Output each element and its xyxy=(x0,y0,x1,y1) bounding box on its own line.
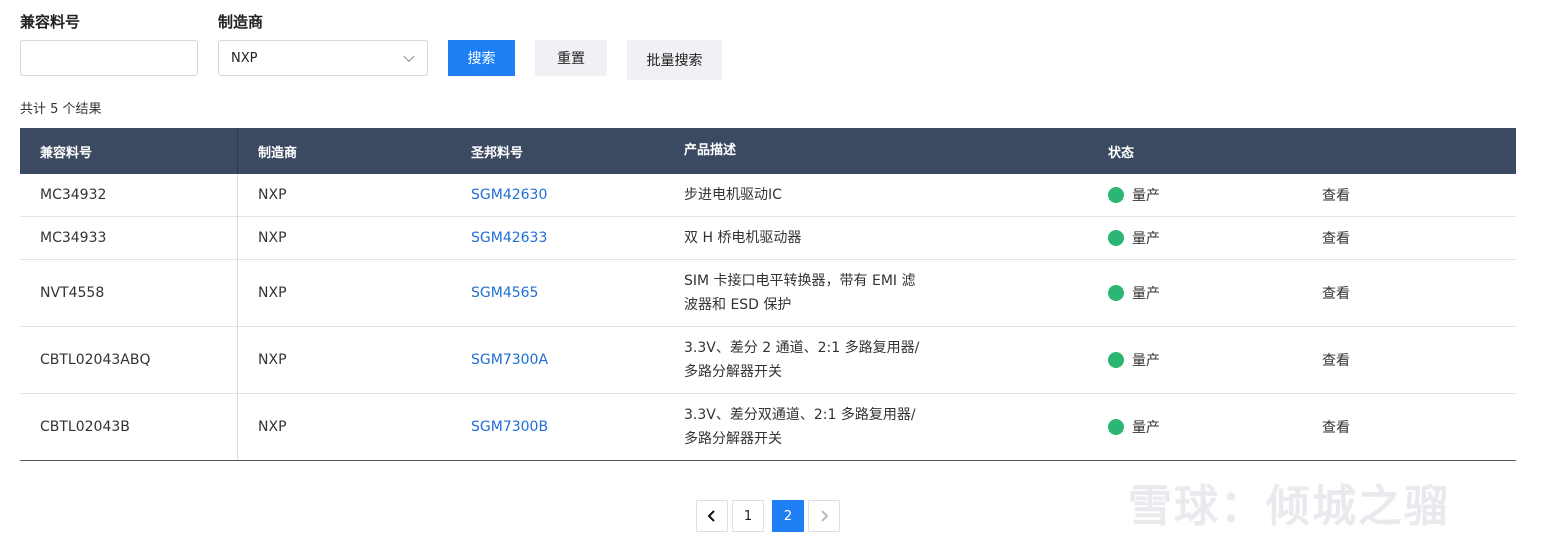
sgm-part-link[interactable]: SGM4565 xyxy=(471,285,538,301)
description-line: 多路分解器开关 xyxy=(684,364,782,380)
table-row: MC34932 NXP SGM42630 步进电机驱动IC 量产 查看 xyxy=(20,174,1516,217)
table-row: NVT4558 NXP SGM4565 SIM 卡接口电平转换器，带有 EMI … xyxy=(20,260,1516,327)
view-link[interactable]: 查看 xyxy=(1302,394,1516,460)
cell-description: 3.3V、差分双通道、2:1 多路复用器/ 多路分解器开关 xyxy=(664,394,1088,460)
sgm-part-link[interactable]: SGM42633 xyxy=(471,230,547,246)
cell-manufacturer: NXP xyxy=(258,352,287,368)
cell-description: SIM 卡接口电平转换器，带有 EMI 滤 波器和 ESD 保护 xyxy=(664,260,1088,326)
header-status: 状态 xyxy=(1108,145,1135,161)
sgm-part-link[interactable]: SGM7300A xyxy=(471,352,548,368)
chevron-right-icon xyxy=(821,510,829,522)
cell-part-number: CBTL02043ABQ xyxy=(20,327,238,393)
pagination-page-2[interactable]: 2 xyxy=(772,500,804,532)
description-line: 波器和 ESD 保护 xyxy=(684,297,792,313)
description-line: 多路分解器开关 xyxy=(684,431,782,447)
sgm-part-link[interactable]: SGM42630 xyxy=(471,187,547,203)
table-row: CBTL02043B NXP SGM7300B 3.3V、差分双通道、2:1 多… xyxy=(20,394,1516,461)
result-count: 共计 5 个结果 xyxy=(20,102,102,117)
cell-manufacturer: NXP xyxy=(258,285,287,301)
sgm-part-link[interactable]: SGM7300B xyxy=(471,419,548,435)
watermark: 雪球：倾城之骝 xyxy=(1128,470,1450,534)
pagination-next-button[interactable] xyxy=(808,500,840,532)
cell-description: 步进电机驱动IC xyxy=(684,187,782,203)
part-number-label: 兼容料号 xyxy=(20,13,81,31)
chevron-left-icon xyxy=(707,510,715,522)
pagination-page-1[interactable]: 1 xyxy=(732,500,764,532)
header-sgm-part: 圣邦料号 xyxy=(471,145,524,161)
view-link[interactable]: 查看 xyxy=(1302,260,1516,326)
status-dot-icon xyxy=(1108,352,1124,368)
status-badge: 量产 xyxy=(1132,188,1160,204)
manufacturer-select[interactable]: NXP xyxy=(218,40,428,76)
batch-search-button[interactable]: 批量搜索 xyxy=(627,40,722,80)
cell-description: 双 H 桥电机驱动器 xyxy=(684,230,802,246)
cell-manufacturer: NXP xyxy=(258,230,287,246)
cell-description: 3.3V、差分 2 通道、2:1 多路复用器/ 多路分解器开关 xyxy=(664,327,1088,393)
status-dot-icon xyxy=(1108,230,1124,246)
status-badge: 量产 xyxy=(1132,286,1160,302)
cell-manufacturer: NXP xyxy=(258,187,287,203)
reset-button[interactable]: 重置 xyxy=(535,40,607,76)
header-manufacturer: 制造商 xyxy=(258,145,298,161)
cell-part-number: MC34933 xyxy=(20,217,238,259)
status-badge: 量产 xyxy=(1132,231,1160,247)
description-line: SIM 卡接口电平转换器，带有 EMI 滤 xyxy=(684,273,916,289)
cell-part-number: CBTL02043B xyxy=(20,394,238,460)
status-badge: 量产 xyxy=(1132,420,1160,436)
status-badge: 量产 xyxy=(1132,353,1160,369)
cell-part-number: MC34932 xyxy=(20,174,238,216)
table-header: 兼容料号 制造商 圣邦料号 产品描述 状态 xyxy=(20,128,1516,174)
chevron-down-icon xyxy=(403,50,415,63)
cell-part-number: NVT4558 xyxy=(20,260,238,326)
view-link[interactable]: 查看 xyxy=(1302,174,1516,216)
manufacturer-select-value: NXP xyxy=(231,50,258,66)
table-row: CBTL02043ABQ NXP SGM7300A 3.3V、差分 2 通道、2… xyxy=(20,327,1516,394)
header-description: 产品描述 xyxy=(684,143,737,158)
status-dot-icon xyxy=(1108,419,1124,435)
table-row: MC34933 NXP SGM42633 双 H 桥电机驱动器 量产 查看 xyxy=(20,217,1516,260)
status-dot-icon xyxy=(1108,285,1124,301)
view-link[interactable]: 查看 xyxy=(1302,217,1516,259)
header-part-number: 兼容料号 xyxy=(20,128,238,174)
search-button[interactable]: 搜索 xyxy=(448,40,515,76)
header-action xyxy=(1302,128,1516,174)
part-number-input[interactable] xyxy=(20,40,198,76)
cell-manufacturer: NXP xyxy=(258,419,287,435)
pagination-prev-button[interactable] xyxy=(696,500,728,532)
status-dot-icon xyxy=(1108,187,1124,203)
manufacturer-label: 制造商 xyxy=(218,13,264,31)
results-table: 兼容料号 制造商 圣邦料号 产品描述 状态 MC34932 NXP SGM426… xyxy=(20,128,1516,461)
description-line: 3.3V、差分 2 通道、2:1 多路复用器/ xyxy=(684,340,920,356)
view-link[interactable]: 查看 xyxy=(1302,327,1516,393)
description-line: 3.3V、差分双通道、2:1 多路复用器/ xyxy=(684,407,916,423)
watermark-text: 雪球：倾城之骝 xyxy=(1128,481,1450,532)
